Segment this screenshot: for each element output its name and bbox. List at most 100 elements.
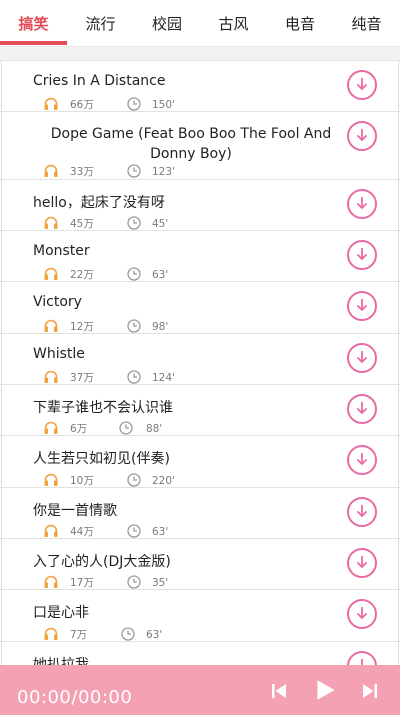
download-button[interactable] bbox=[347, 240, 377, 270]
download-icon bbox=[353, 127, 371, 145]
download-icon bbox=[353, 554, 371, 572]
clock-icon bbox=[118, 420, 134, 436]
tab-label: 流行 bbox=[85, 14, 116, 33]
download-button[interactable] bbox=[347, 70, 377, 100]
song-duration: 63' bbox=[146, 629, 163, 641]
play-count: 45万 bbox=[70, 218, 94, 230]
song-duration: 88' bbox=[146, 423, 163, 435]
download-button[interactable] bbox=[347, 445, 377, 475]
headphones-icon bbox=[43, 574, 59, 590]
download-icon bbox=[353, 605, 371, 623]
clock-icon bbox=[126, 472, 142, 488]
download-button[interactable] bbox=[347, 291, 377, 321]
headphones-icon bbox=[43, 96, 59, 112]
play-icon[interactable] bbox=[312, 677, 338, 703]
download-button[interactable] bbox=[347, 599, 377, 629]
song-row[interactable]: 你是一首情歌 44万 63' bbox=[0, 487, 400, 538]
active-tab-indicator bbox=[0, 41, 67, 45]
clock-icon bbox=[126, 96, 142, 112]
download-button[interactable] bbox=[347, 189, 377, 219]
headphones-icon bbox=[43, 523, 59, 539]
song-row[interactable]: 口是心非 7万 63' bbox=[0, 589, 400, 641]
play-count: 37万 bbox=[70, 372, 94, 384]
next-icon[interactable] bbox=[358, 679, 382, 703]
song-title: 口是心非 bbox=[33, 605, 89, 621]
headphones-icon bbox=[43, 318, 59, 334]
song-row[interactable]: 人生若只如初见(伴奏) 10万 220' bbox=[0, 435, 400, 487]
play-count: 44万 bbox=[70, 526, 94, 538]
tab-label: 电音 bbox=[284, 14, 315, 33]
headphones-icon bbox=[43, 626, 59, 642]
clock-icon bbox=[126, 318, 142, 334]
song-row[interactable]: Monster 22万 63' bbox=[0, 230, 400, 281]
download-icon bbox=[353, 76, 371, 94]
download-icon bbox=[353, 657, 371, 665]
song-title: 她扒拉我 bbox=[33, 657, 89, 665]
song-title: 人生若只如初见(伴奏) bbox=[33, 451, 170, 467]
play-count: 66万 bbox=[70, 99, 94, 111]
song-row[interactable]: Cries In A Distance 66万 150' bbox=[0, 60, 400, 111]
download-icon bbox=[353, 400, 371, 418]
tab-instrumental[interactable]: 纯音 bbox=[333, 0, 400, 46]
song-row[interactable]: Dope Game (Feat Boo Boo The Fool And Don… bbox=[0, 111, 400, 179]
headphones-icon bbox=[43, 369, 59, 385]
song-title: 入了心的人(DJ大金版) bbox=[33, 554, 171, 570]
category-tabs: 搞笑 流行 校园 古风 电音 纯音 bbox=[0, 0, 400, 46]
song-duration: 150' bbox=[152, 99, 175, 111]
play-count: 22万 bbox=[70, 269, 94, 281]
song-duration: 124' bbox=[152, 372, 175, 384]
clock-icon bbox=[126, 266, 142, 282]
tab-label: 校园 bbox=[151, 14, 182, 33]
tab-label: 纯音 bbox=[351, 14, 382, 33]
tab-label: 搞笑 bbox=[18, 14, 49, 33]
download-button[interactable] bbox=[347, 121, 377, 151]
download-icon bbox=[353, 349, 371, 367]
song-row[interactable]: Victory 12万 98' bbox=[0, 281, 400, 333]
song-duration: 220' bbox=[152, 475, 175, 487]
song-row[interactable]: 下辈子谁也不会认识谁 6万 88' bbox=[0, 384, 400, 435]
clock-icon bbox=[126, 574, 142, 590]
download-icon bbox=[353, 503, 371, 521]
song-title: Whistle bbox=[33, 346, 85, 362]
play-count: 10万 bbox=[70, 475, 94, 487]
song-row[interactable]: 她扒拉我 bbox=[0, 641, 400, 665]
download-button[interactable] bbox=[347, 394, 377, 424]
play-count: 33万 bbox=[70, 166, 94, 178]
tab-ancient-style[interactable]: 古风 bbox=[200, 0, 267, 46]
download-button[interactable] bbox=[347, 343, 377, 373]
song-list[interactable]: Cries In A Distance 66万 150' Dope Game (Fea… bbox=[0, 60, 400, 665]
song-title: 下辈子谁也不会认识谁 bbox=[33, 400, 173, 416]
song-title: hello，起床了没有呀 bbox=[33, 195, 165, 211]
tab-pop[interactable]: 流行 bbox=[67, 0, 134, 46]
song-duration: 45' bbox=[152, 218, 169, 230]
playback-time: 00:00/00:00 bbox=[17, 687, 133, 708]
song-row[interactable]: hello，起床了没有呀 45万 45' bbox=[0, 179, 400, 230]
tab-electronic[interactable]: 电音 bbox=[267, 0, 333, 46]
headphones-icon bbox=[43, 215, 59, 231]
play-count: 17万 bbox=[70, 577, 94, 589]
tab-label: 古风 bbox=[218, 14, 249, 33]
previous-icon[interactable] bbox=[267, 679, 291, 703]
tab-campus[interactable]: 校园 bbox=[134, 0, 200, 46]
song-duration: 98' bbox=[152, 321, 169, 333]
headphones-icon bbox=[43, 420, 59, 436]
song-title: Dope Game (Feat Boo Boo The Fool And Don… bbox=[50, 126, 332, 162]
play-count: 7万 bbox=[70, 629, 88, 641]
tab-funny[interactable]: 搞笑 bbox=[0, 0, 67, 46]
player-bar: 00:00/00:00 bbox=[0, 665, 400, 715]
song-duration: 123' bbox=[152, 166, 175, 178]
clock-icon bbox=[126, 369, 142, 385]
song-row[interactable]: 入了心的人(DJ大金版) 17万 35' bbox=[0, 538, 400, 589]
song-row[interactable]: Whistle 37万 124' bbox=[0, 333, 400, 384]
play-count: 12万 bbox=[70, 321, 94, 333]
song-duration: 35' bbox=[152, 577, 169, 589]
download-button[interactable] bbox=[347, 497, 377, 527]
clock-icon bbox=[126, 523, 142, 539]
clock-icon bbox=[126, 215, 142, 231]
song-duration: 63' bbox=[152, 269, 169, 281]
download-icon bbox=[353, 246, 371, 264]
song-title: Cries In A Distance bbox=[33, 73, 166, 89]
song-title: Monster bbox=[33, 243, 90, 259]
download-button[interactable] bbox=[347, 548, 377, 578]
song-duration: 63' bbox=[152, 526, 169, 538]
